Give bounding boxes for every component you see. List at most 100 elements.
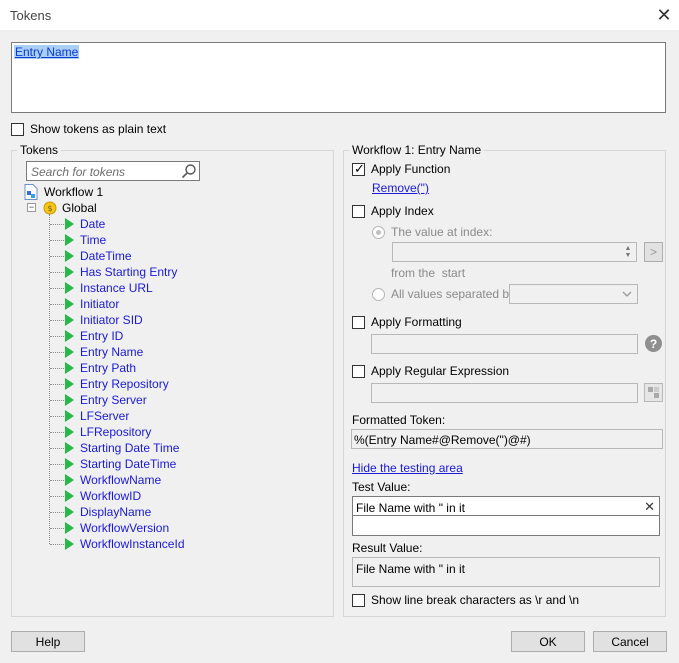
collapse-toggle-icon[interactable]: − bbox=[27, 203, 36, 212]
window-title: Tokens bbox=[10, 8, 52, 23]
search-icon[interactable] bbox=[181, 163, 197, 179]
token-item[interactable]: LFServer bbox=[65, 408, 129, 424]
tree-connector bbox=[50, 448, 64, 449]
token-item[interactable]: Entry Path bbox=[65, 360, 136, 376]
apply-formatting-label: Apply Formatting bbox=[371, 315, 462, 329]
plain-text-option[interactable]: Show tokens as plain text bbox=[11, 122, 166, 136]
token-item[interactable]: WorkflowInstanceId bbox=[65, 536, 185, 552]
line-break-option[interactable]: Show line break characters as \r and \n bbox=[352, 593, 579, 607]
global-icon: $ bbox=[43, 201, 57, 215]
close-icon[interactable]: ✕ bbox=[652, 3, 676, 27]
apply-regex-option[interactable]: Apply Regular Expression bbox=[352, 364, 509, 378]
token-item[interactable]: DisplayName bbox=[65, 504, 151, 520]
search-placeholder: Search for tokens bbox=[31, 165, 126, 179]
token-item[interactable]: Has Starting Entry bbox=[65, 264, 177, 280]
token-label: Time bbox=[80, 233, 107, 247]
function-link[interactable]: Remove(") bbox=[372, 181, 429, 195]
regex-builder-icon[interactable] bbox=[644, 383, 663, 402]
tree-connector bbox=[50, 480, 64, 481]
token-item[interactable]: Instance URL bbox=[65, 280, 153, 296]
token-expression-field[interactable]: Entry Name bbox=[11, 42, 666, 113]
formatted-token-field[interactable]: %(Entry Name#@Remove(")@#) bbox=[351, 429, 663, 449]
token-item[interactable]: Entry Name bbox=[65, 344, 143, 360]
tree-connector bbox=[50, 416, 64, 417]
token-label: LFRepository bbox=[80, 425, 152, 439]
test-value-field[interactable]: File Name with " in it ✕ bbox=[352, 496, 660, 536]
index-go-button[interactable]: > bbox=[644, 242, 663, 262]
all-values-radio[interactable] bbox=[372, 287, 385, 301]
from-label: from the start bbox=[391, 266, 466, 280]
tree-connector bbox=[50, 528, 64, 529]
token-label: Starting Date Time bbox=[80, 441, 180, 455]
tree-connector bbox=[50, 544, 64, 545]
tree-connector bbox=[50, 320, 64, 321]
formatting-input[interactable] bbox=[371, 334, 638, 354]
hide-testing-link[interactable]: Hide the testing area bbox=[352, 461, 463, 475]
token-expression-text: Entry Name bbox=[14, 45, 80, 59]
global-node-label: Global bbox=[62, 201, 97, 215]
apply-index-checkbox[interactable] bbox=[352, 204, 365, 218]
plain-text-checkbox[interactable] bbox=[11, 122, 24, 136]
token-play-icon bbox=[65, 378, 74, 390]
apply-formatting-checkbox[interactable] bbox=[352, 315, 365, 329]
token-item[interactable]: Entry ID bbox=[65, 328, 123, 344]
search-input[interactable]: Search for tokens bbox=[26, 161, 200, 181]
token-label: WorkflowInstanceId bbox=[80, 537, 185, 551]
tree-connector bbox=[50, 272, 64, 273]
apply-regex-checkbox[interactable] bbox=[352, 364, 365, 378]
token-item[interactable]: WorkflowName bbox=[65, 472, 161, 488]
token-play-icon bbox=[65, 506, 74, 518]
cancel-button[interactable]: Cancel bbox=[593, 631, 667, 652]
tree-connector bbox=[50, 240, 64, 241]
help-icon[interactable]: ? bbox=[645, 335, 662, 352]
value-at-index-option[interactable]: The value at index: bbox=[372, 225, 492, 239]
separator-select[interactable] bbox=[509, 284, 638, 304]
tree-connector bbox=[49, 214, 50, 544]
token-item[interactable]: Starting Date Time bbox=[65, 440, 179, 456]
tree-connector bbox=[50, 464, 64, 465]
tree-connector bbox=[50, 224, 64, 225]
apply-regex-label: Apply Regular Expression bbox=[371, 364, 510, 378]
line-break-checkbox[interactable] bbox=[352, 593, 365, 607]
token-item[interactable]: Entry Repository bbox=[65, 376, 169, 392]
token-item[interactable]: Starting DateTime bbox=[65, 456, 176, 472]
token-item[interactable]: WorkflowVersion bbox=[65, 520, 169, 536]
regex-input[interactable] bbox=[371, 383, 638, 403]
token-play-icon bbox=[65, 426, 74, 438]
token-play-icon bbox=[65, 442, 74, 454]
ok-button[interactable]: OK bbox=[511, 631, 585, 652]
all-values-label: All values separated by: bbox=[391, 287, 519, 301]
token-label: Initiator SID bbox=[80, 313, 143, 327]
token-item[interactable]: Initiator SID bbox=[65, 312, 143, 328]
apply-index-option[interactable]: Apply Index bbox=[352, 204, 434, 218]
token-play-icon bbox=[65, 330, 74, 342]
help-button[interactable]: Help bbox=[11, 631, 85, 652]
apply-formatting-option[interactable]: Apply Formatting bbox=[352, 315, 462, 329]
token-item[interactable]: Time bbox=[65, 232, 106, 248]
tree-node-workflow[interactable]: Workflow 1 bbox=[24, 184, 103, 200]
line-break-label: Show line break characters as \r and \n bbox=[371, 593, 580, 607]
token-label: Date bbox=[80, 217, 106, 231]
token-item[interactable]: LFRepository bbox=[65, 424, 151, 440]
token-item[interactable]: Date bbox=[65, 216, 105, 232]
token-label: Instance URL bbox=[80, 281, 153, 295]
token-item[interactable]: Initiator bbox=[65, 296, 119, 312]
token-play-icon bbox=[65, 490, 74, 502]
apply-function-option[interactable]: Apply Function bbox=[352, 161, 450, 177]
token-item[interactable]: WorkflowID bbox=[65, 488, 141, 504]
tree-connector bbox=[50, 304, 64, 305]
clear-icon[interactable]: ✕ bbox=[644, 499, 655, 515]
token-label: Entry ID bbox=[80, 329, 124, 343]
all-values-option[interactable]: All values separated by: bbox=[372, 287, 518, 301]
token-play-icon bbox=[65, 266, 74, 278]
token-label: Initiator bbox=[80, 297, 120, 311]
tree-connector bbox=[50, 400, 64, 401]
index-stepper[interactable]: ▲ ▼ bbox=[392, 242, 637, 262]
apply-function-checkbox[interactable] bbox=[352, 161, 365, 177]
stepper-arrows-icon[interactable]: ▲ ▼ bbox=[622, 245, 634, 259]
token-item[interactable]: DateTime bbox=[65, 248, 132, 264]
value-at-index-radio[interactable] bbox=[372, 225, 385, 239]
token-item[interactable]: Entry Server bbox=[65, 392, 147, 408]
token-label: WorkflowID bbox=[80, 489, 142, 503]
tree-node-global[interactable]: $ Global bbox=[43, 200, 97, 216]
